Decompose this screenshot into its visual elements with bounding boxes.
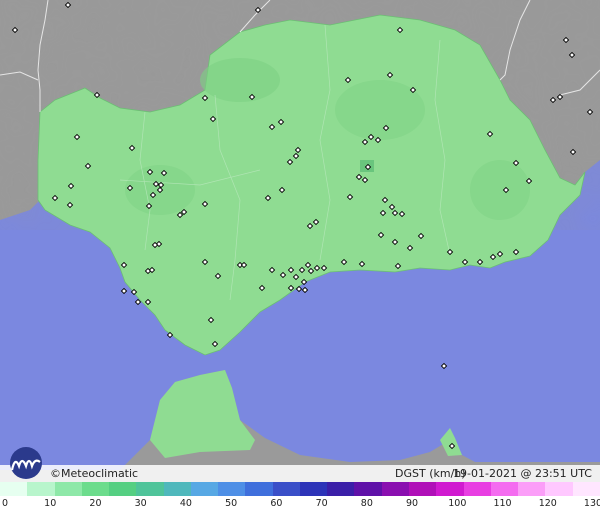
scale-segment: [81, 482, 110, 496]
scale-segment: [545, 482, 573, 496]
scale-tick-label: 80: [360, 498, 373, 509]
scale-segment: [299, 482, 328, 496]
scale-tick-label: 20: [89, 498, 102, 509]
scale-segment: [518, 482, 546, 496]
scale-segment: [190, 482, 219, 496]
wind-patch: [200, 58, 280, 102]
scale-segment: [408, 482, 437, 496]
scale-segment: [381, 482, 409, 496]
scale-segment: [572, 482, 600, 496]
brand-label: ©Meteoclimatic: [50, 467, 139, 480]
scale-segment: [327, 482, 355, 496]
scale-tick-label: 100: [448, 498, 467, 509]
scale-segment: [436, 482, 464, 496]
color-scale-bar: [0, 482, 600, 496]
scale-segment: [272, 482, 300, 496]
scale-segment: [136, 482, 164, 496]
scale-segment: [27, 482, 55, 496]
scale-segment: [109, 482, 137, 496]
wind-patch: [470, 160, 530, 220]
scale-segment: [163, 482, 191, 496]
timestamp-label: 19-01-2021 @ 23:51 UTC: [453, 467, 592, 480]
scale-tick-label: 30: [134, 498, 147, 509]
scale-tick-label: 70: [315, 498, 328, 509]
scale-tick-label: 40: [179, 498, 192, 509]
scale-tick-label: 130: [583, 498, 600, 509]
scale-tick-label: 10: [44, 498, 57, 509]
scale-tick-label: 110: [493, 498, 512, 509]
weather-map-view: ©Meteoclimatic DGST (km/h) 19-01-2021 @ …: [0, 0, 600, 517]
scale-segment: [54, 482, 82, 496]
scale-segment: [490, 482, 519, 496]
scale-segment: [354, 482, 382, 496]
scale-segment: [0, 482, 28, 496]
scale-tick-label: 120: [538, 498, 557, 509]
scale-tick-label: 0: [1, 498, 9, 509]
meteoclimatic-logo-icon: [10, 447, 42, 479]
color-scale-legend: 0 10 20 30 40 50 60 70 80 90 100 110 120 130: [0, 482, 600, 517]
scale-tick-label: 50: [225, 498, 238, 509]
map-canvas: [0, 0, 600, 482]
scale-segment: [463, 482, 491, 496]
scale-tick-label: 90: [406, 498, 419, 509]
scale-tick-label: 60: [270, 498, 283, 509]
scale-segment: [218, 482, 246, 496]
scale-segment: [245, 482, 273, 496]
